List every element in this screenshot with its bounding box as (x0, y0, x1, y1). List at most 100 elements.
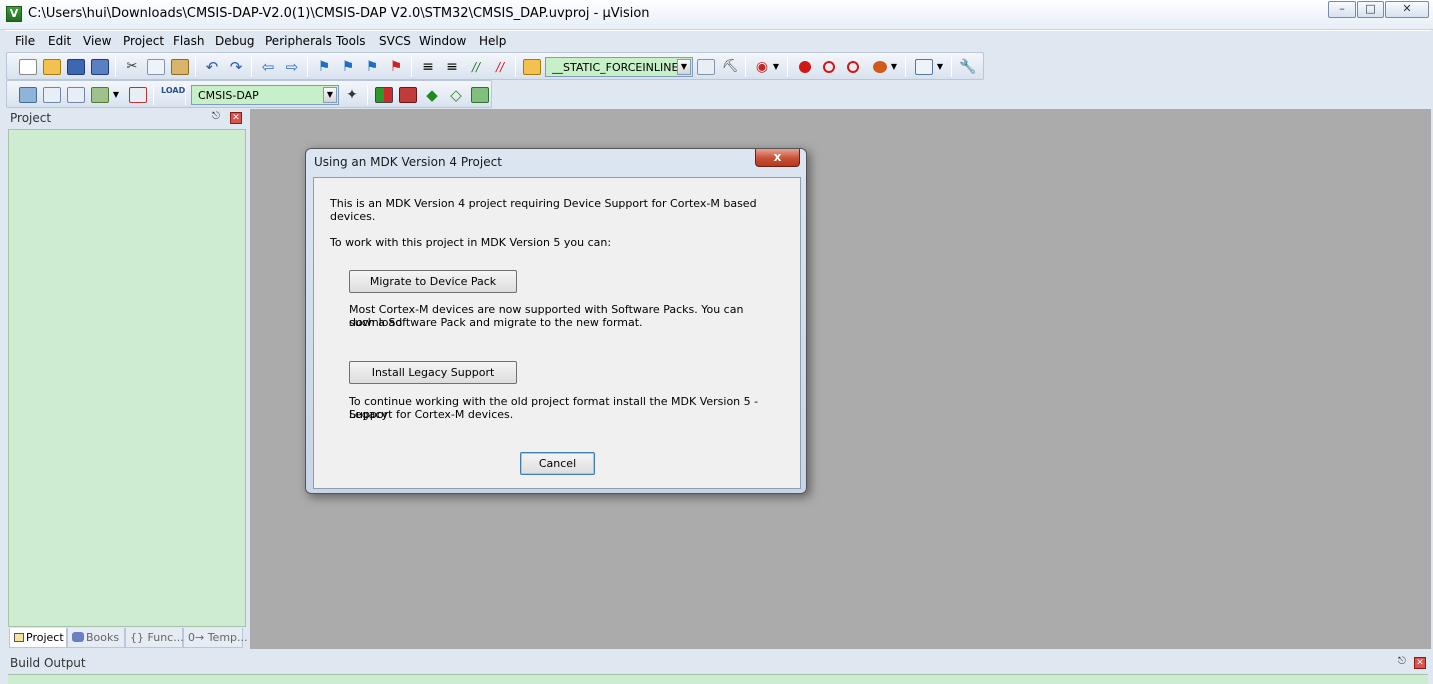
books-icon (72, 632, 84, 642)
project-panel-close-icon[interactable]: ✕ (230, 112, 242, 124)
file-extensions-icon[interactable] (375, 87, 393, 103)
translate-icon[interactable] (19, 87, 37, 103)
menu-tools[interactable]: Tools (336, 34, 366, 48)
tab-functions-label: {} Func... (130, 631, 184, 644)
cut-icon[interactable]: ✂ (123, 59, 141, 75)
menu-peripherals[interactable]: Peripherals (265, 34, 332, 48)
disable-breakpoints-icon[interactable] (847, 61, 859, 73)
menu-debug[interactable]: Debug (215, 34, 254, 48)
menu-view[interactable]: View (83, 34, 111, 48)
tab-templates-label: 0→ Temp... (188, 631, 248, 644)
navigate-forward-icon[interactable]: ⇨ (283, 59, 301, 75)
define-combo[interactable]: __STATIC_FORCEINLINE ▼ (545, 57, 693, 77)
pack-installer-icon[interactable] (471, 87, 489, 103)
dialog-title: Using an MDK Version 4 Project (314, 155, 502, 169)
cancel-button[interactable]: Cancel (520, 452, 595, 475)
download-load-icon[interactable]: LOAD (161, 87, 185, 103)
manage-run-time-environment-icon[interactable]: ◆ (423, 87, 441, 103)
tab-functions[interactable]: {} Func... (125, 628, 184, 648)
window-layout-icon[interactable] (915, 59, 933, 75)
clear-bookmarks-icon[interactable]: ⚑ (387, 59, 405, 75)
chevron-down-icon[interactable]: ▼ (323, 87, 337, 103)
enable-breakpoint-icon[interactable] (823, 61, 835, 73)
save-all-icon[interactable] (91, 59, 109, 75)
menu-edit[interactable]: Edit (48, 34, 71, 48)
previous-bookmark-icon[interactable]: ⚑ (339, 59, 357, 75)
dialog-body: This is an MDK Version 4 project requiri… (313, 177, 801, 489)
project-panel-title: Project (10, 111, 52, 125)
menu-window[interactable]: Window (419, 34, 466, 48)
build-output-title: Build Output (10, 656, 86, 670)
file-toolbar: ✂ ↶ ↷ ⇦ ⇨ ⚑ ⚑ ⚑ ⚑ ≡ ≡ // // __STATIC_FOR… (6, 52, 984, 80)
window-layout-dropdown-icon[interactable]: ▼ (935, 59, 945, 75)
title-bar: V C:\Users\hui\Downloads\CMSIS-DAP-V2.0(… (0, 0, 1433, 30)
target-combo-value: CMSIS-DAP (198, 89, 259, 102)
dialog-close-button[interactable]: x (755, 149, 800, 167)
next-bookmark-icon[interactable]: ⚑ (363, 59, 381, 75)
dialog-prompt-text: To work with this project in MDK Version… (330, 236, 612, 249)
tab-templates[interactable]: 0→ Temp... (183, 628, 248, 648)
manage-project-items-icon[interactable] (399, 87, 417, 103)
find-in-files-icon[interactable] (523, 59, 541, 75)
target-options-icon[interactable]: ✦ (343, 87, 361, 103)
pin-icon[interactable]: ⎋ (212, 111, 220, 122)
save-icon[interactable] (67, 59, 85, 75)
debug-dropdown-icon[interactable]: ▼ (771, 59, 781, 75)
target-combo[interactable]: CMSIS-DAP ▼ (191, 85, 339, 105)
build-icon[interactable] (43, 87, 61, 103)
find-icon[interactable] (697, 59, 715, 75)
menu-bar: File Edit View Project Flash Debug Perip… (5, 30, 1431, 51)
redo-icon[interactable]: ↷ (227, 59, 245, 75)
undo-icon[interactable]: ↶ (203, 59, 221, 75)
menu-svcs[interactable]: SVCS (379, 34, 411, 48)
unindent-icon[interactable]: ≡ (443, 59, 461, 75)
kill-breakpoints-icon[interactable] (873, 61, 887, 73)
new-file-icon[interactable] (19, 59, 37, 75)
debug-session-icon[interactable]: ◉ (753, 59, 771, 75)
insert-bookmark-icon[interactable]: ⚑ (315, 59, 333, 75)
window-title: C:\Users\hui\Downloads\CMSIS-DAP-V2.0(1)… (28, 6, 650, 21)
tab-project[interactable]: Project (9, 628, 67, 648)
close-window-button[interactable]: ✕ (1385, 1, 1429, 18)
chevron-down-icon[interactable]: ▼ (677, 59, 691, 75)
copy-icon[interactable] (147, 59, 165, 75)
project-tree[interactable] (8, 129, 246, 627)
incremental-find-icon[interactable]: ⛏ (721, 59, 739, 75)
tab-books[interactable]: Books (67, 628, 125, 648)
build-toolbar: ▼ LOAD CMSIS-DAP ▼ ✦ ◆ ◇ (6, 80, 492, 108)
menu-project[interactable]: Project (123, 34, 164, 48)
tab-books-label: Books (86, 631, 120, 644)
install-legacy-support-button[interactable]: Install Legacy Support (349, 361, 517, 384)
dialog-intro-text: This is an MDK Version 4 project requiri… (330, 197, 757, 223)
configuration-wrench-icon[interactable]: 🔧 (959, 59, 977, 75)
project-panel: Project ⎋ ✕ Project Books {} Func... 0→ … (5, 109, 248, 649)
menu-file[interactable]: File (15, 34, 35, 48)
build-output-panel: Build Output ⎋ ✕ (5, 652, 1431, 684)
menu-flash[interactable]: Flash (173, 34, 204, 48)
maximize-button[interactable]: □ (1357, 1, 1384, 18)
breakpoints-dropdown-icon[interactable]: ▼ (889, 59, 899, 75)
comment-icon[interactable]: // (467, 59, 485, 75)
indent-icon[interactable]: ≡ (419, 59, 437, 75)
migrate-description-line2: such a Software Pack and migrate to the … (349, 316, 643, 329)
rebuild-icon[interactable] (67, 87, 85, 103)
build-output-close-icon[interactable]: ✕ (1414, 657, 1426, 669)
insert-breakpoint-icon[interactable] (799, 61, 811, 73)
build-output-pin-icon[interactable]: ⎋ (1398, 656, 1406, 667)
uvision-app-icon: V (6, 6, 22, 22)
mdk-version-dialog: Using an MDK Version 4 Project x This is… (305, 148, 807, 494)
legacy-description-line2: Support for Cortex-M devices. (349, 408, 514, 421)
minimize-button[interactable]: – (1328, 1, 1356, 18)
open-folder-icon[interactable] (43, 59, 61, 75)
project-icon (14, 633, 24, 642)
batch-build-icon[interactable] (91, 87, 109, 103)
navigate-back-icon[interactable]: ⇦ (259, 59, 277, 75)
uncomment-icon[interactable]: // (491, 59, 509, 75)
menu-help[interactable]: Help (479, 34, 506, 48)
select-software-packs-icon[interactable]: ◇ (447, 87, 465, 103)
migrate-to-device-pack-button[interactable]: Migrate to Device Pack (349, 270, 517, 293)
batch-build-dropdown-icon[interactable]: ▼ (111, 87, 121, 103)
define-combo-value: __STATIC_FORCEINLINE (552, 61, 679, 74)
stop-build-icon[interactable] (129, 87, 147, 103)
paste-icon[interactable] (171, 59, 189, 75)
